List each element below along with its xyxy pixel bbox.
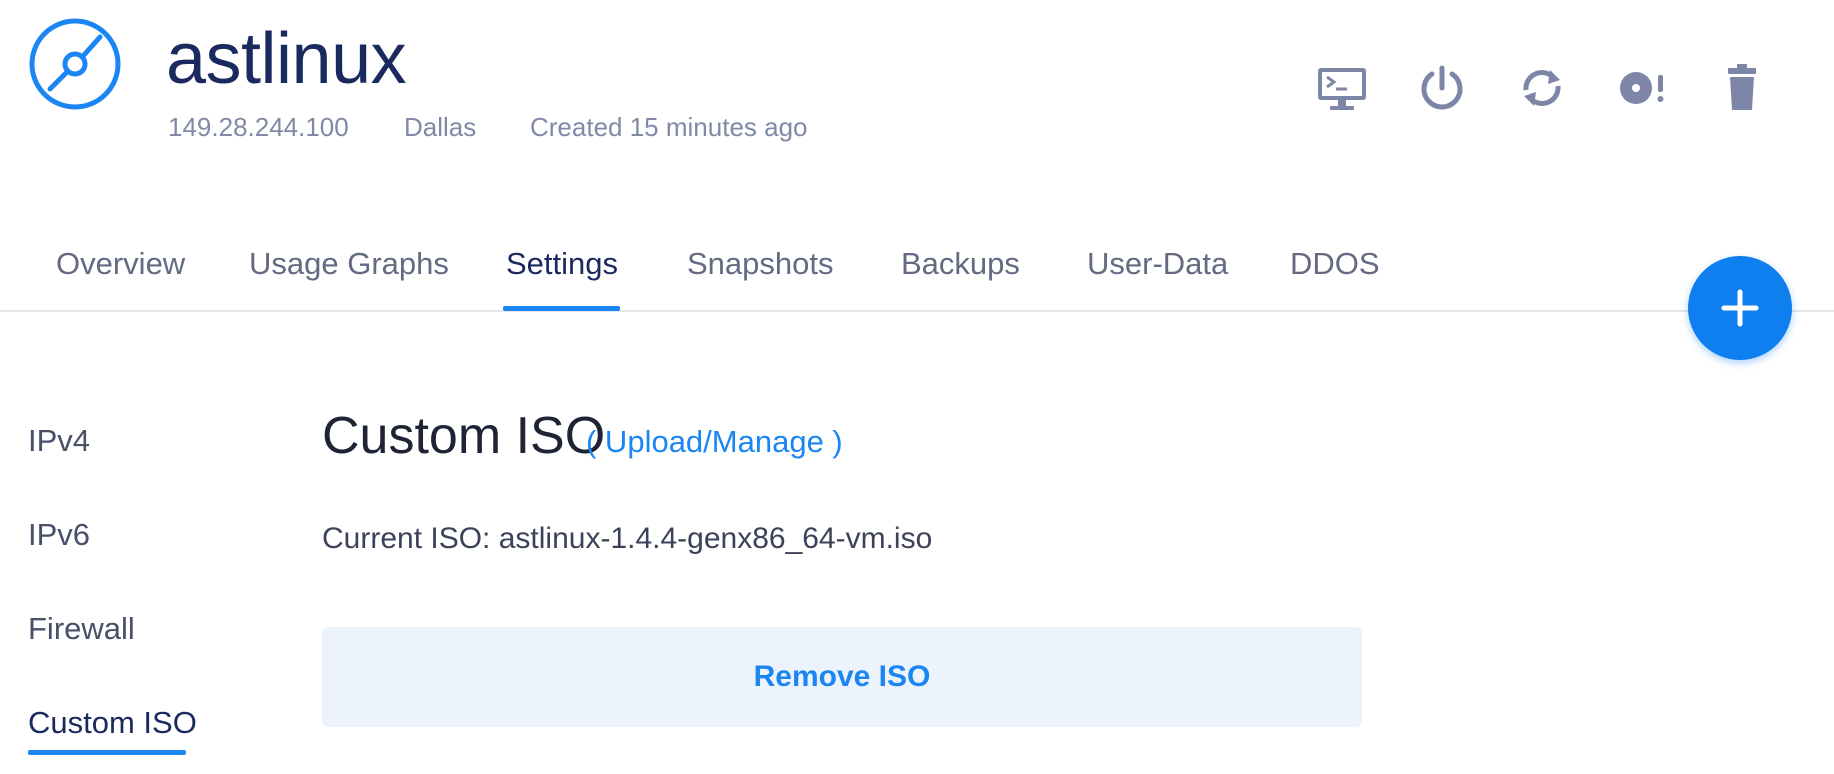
trash-icon — [1728, 64, 1756, 110]
server-name: astlinux — [166, 19, 407, 99]
restart-icon — [1523, 70, 1561, 106]
tab-user-data[interactable]: User-Data — [1087, 246, 1228, 282]
power-button[interactable] — [1414, 60, 1470, 116]
delete-button[interactable] — [1714, 60, 1770, 116]
disc-icon — [28, 17, 122, 111]
add-button[interactable] — [1688, 256, 1792, 360]
tab-ddos[interactable]: DDOS — [1290, 246, 1380, 282]
current-iso-text: Current ISO: astlinux-1.4.4-genx86_64-vm… — [322, 522, 933, 555]
active-tab-indicator — [503, 306, 620, 311]
console-icon — [1318, 68, 1366, 110]
server-tabs: Overview Usage Graphs Settings Snapshots… — [0, 230, 1834, 312]
section-title: Custom ISO — [322, 407, 606, 465]
settings-nav-ipv4[interactable]: IPv4 — [28, 423, 90, 459]
tab-settings[interactable]: Settings — [506, 246, 618, 282]
console-button[interactable] — [1314, 60, 1370, 116]
server-created: Created 15 minutes ago — [530, 112, 808, 142]
tab-snapshots[interactable]: Snapshots — [687, 246, 834, 282]
plus-icon — [1721, 289, 1759, 327]
remove-iso-button[interactable]: Remove ISO — [322, 627, 1362, 727]
restart-button[interactable] — [1514, 60, 1570, 116]
reinstall-button[interactable] — [1614, 60, 1670, 116]
settings-nav-firewall[interactable]: Firewall — [28, 611, 135, 647]
power-icon — [1421, 65, 1463, 110]
settings-nav-custom-iso[interactable]: Custom ISO — [28, 705, 197, 741]
settings-nav-ipv6[interactable]: IPv6 — [28, 517, 90, 553]
tab-overview[interactable]: Overview — [56, 246, 185, 282]
server-detail-page: astlinux 149.28.244.100 Dallas Created 1… — [0, 0, 1834, 774]
tab-backups[interactable]: Backups — [901, 246, 1020, 282]
reinstall-icon — [1620, 72, 1664, 104]
server-ip: 149.28.244.100 — [168, 112, 349, 142]
upload-manage-link[interactable]: ( Upload/Manage ) — [586, 424, 843, 460]
tab-usage-graphs[interactable]: Usage Graphs — [249, 246, 449, 282]
server-location: Dallas — [404, 112, 477, 142]
active-settings-indicator — [28, 750, 186, 755]
